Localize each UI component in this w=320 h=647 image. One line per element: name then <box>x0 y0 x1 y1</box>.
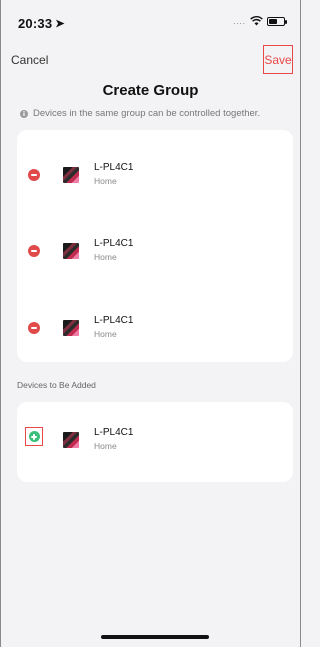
add-circle-icon <box>28 431 40 442</box>
add-device-row: L-PL4C1 Home <box>17 425 293 455</box>
status-time: 20:33 ➤ <box>18 16 65 31</box>
device-thumbnail <box>63 167 79 183</box>
device-thumbnail <box>63 432 79 448</box>
add-device-button[interactable] <box>25 427 43 446</box>
device-thumbnail <box>63 320 79 336</box>
signal-icon: .... <box>233 16 246 26</box>
status-bar: 20:33 ➤ .... <box>0 0 301 40</box>
device-room: Home <box>94 252 117 262</box>
nav-bar: Cancel Save <box>0 44 301 74</box>
device-room: Home <box>94 176 117 186</box>
group-notice: i Devices in the same group can be contr… <box>20 108 290 119</box>
home-indicator[interactable] <box>101 635 209 639</box>
group-devices-card: L-PL4C1 Home L-PL4C1 Home L-PL4C1 Home <box>17 130 293 362</box>
remove-circle-icon[interactable] <box>28 169 40 181</box>
cancel-button[interactable]: Cancel <box>11 53 48 67</box>
battery-icon <box>267 16 287 26</box>
remove-circle-icon[interactable] <box>28 322 40 334</box>
device-room: Home <box>94 441 117 451</box>
page-title: Create Group <box>102 82 199 99</box>
status-icons: .... <box>233 16 287 26</box>
wifi-icon <box>250 16 263 26</box>
info-icon: i <box>20 109 28 118</box>
device-name: L-PL4C1 <box>94 427 134 438</box>
status-time-text: 20:33 <box>18 16 53 31</box>
devices-to-add-card: L-PL4C1 Home <box>17 402 293 482</box>
location-arrow-icon: ➤ <box>55 18 65 30</box>
device-room: Home <box>94 329 117 339</box>
notice-text: Devices in the same group can be control… <box>33 108 261 119</box>
remove-circle-icon[interactable] <box>28 245 40 257</box>
battery-level <box>269 18 277 24</box>
group-device-row: L-PL4C1 Home <box>17 236 293 266</box>
device-name: L-PL4C1 <box>94 315 134 326</box>
group-device-row: L-PL4C1 Home <box>17 313 293 343</box>
device-name: L-PL4C1 <box>94 162 134 173</box>
devices-to-add-label: Devices to Be Added <box>17 380 96 390</box>
group-device-row: L-PL4C1 Home <box>17 160 293 190</box>
device-thumbnail <box>63 243 79 259</box>
device-name: L-PL4C1 <box>94 238 134 249</box>
save-button[interactable]: Save <box>263 45 293 74</box>
